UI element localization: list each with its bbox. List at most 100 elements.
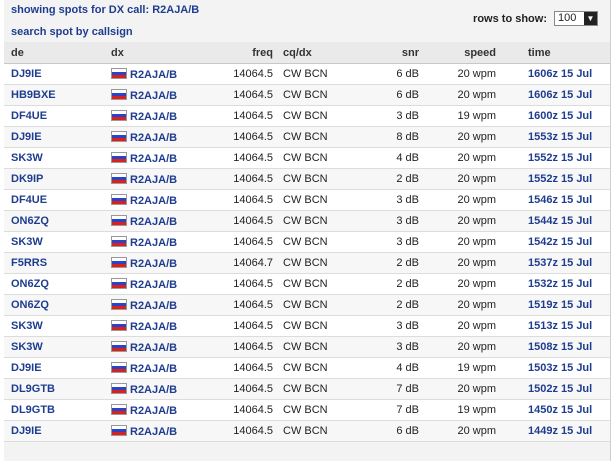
- spot-time-link[interactable]: 1552z 15 Jul: [511, 147, 610, 169]
- frequency: 14064.5: [198, 336, 283, 358]
- spotter-callsign-link[interactable]: DJ9IE: [11, 425, 42, 437]
- russia-flag-icon: [111, 277, 127, 289]
- dx-callsign-link[interactable]: R2AJA/B: [130, 405, 177, 417]
- spotter-callsign-link[interactable]: SK3W: [11, 236, 43, 248]
- spotter-callsign-link[interactable]: DL9GTB: [11, 404, 55, 416]
- speed: 20 wpm: [431, 378, 511, 400]
- table-row: DJ9IE R2AJA/B 14064.5 CW BCN 8 dB 20 wpm 1553z…: [4, 126, 610, 148]
- spot-time-link[interactable]: 1606z 15 Jul: [511, 84, 610, 106]
- snr: 6 dB: [361, 84, 431, 106]
- title-prefix: showing spots for DX call:: [11, 4, 150, 16]
- mode: CW BCN: [283, 189, 361, 211]
- dx-callsign-link[interactable]: R2AJA/B: [130, 90, 177, 102]
- spot-time-link[interactable]: 1450z 15 Jul: [511, 399, 610, 421]
- spot-time-link[interactable]: 1503z 15 Jul: [511, 357, 610, 379]
- dx-callsign-link[interactable]: R2AJA/B: [130, 279, 177, 291]
- table-row: ON6ZQ R2AJA/B 14064.5 CW BCN 2 dB 20 wpm 1519z…: [4, 294, 610, 316]
- col-snr[interactable]: snr: [361, 42, 431, 64]
- spot-time-link[interactable]: 1519z 15 Jul: [511, 294, 610, 316]
- spot-time-link[interactable]: 1542z 15 Jul: [511, 231, 610, 253]
- russia-flag-icon: [111, 88, 127, 100]
- dx-callsign-link[interactable]: R2AJA/B: [130, 237, 177, 249]
- spot-time-link[interactable]: 1600z 15 Jul: [511, 105, 610, 127]
- mode: CW BCN: [283, 126, 361, 148]
- spotter-callsign-link[interactable]: HB9BXE: [11, 89, 56, 101]
- snr: 2 dB: [361, 294, 431, 316]
- spot-time-link[interactable]: 1544z 15 Jul: [511, 210, 610, 232]
- spot-time-link[interactable]: 1532z 15 Jul: [511, 273, 610, 295]
- spotter-callsign-link[interactable]: DJ9IE: [11, 68, 42, 80]
- spotter-callsign-link[interactable]: SK3W: [11, 341, 43, 353]
- spotter-callsign-link[interactable]: DJ9IE: [11, 362, 42, 374]
- spot-time-link[interactable]: 1552z 15 Jul: [511, 168, 610, 190]
- chevron-down-icon[interactable]: ▼: [584, 12, 597, 25]
- dx-callsign-link[interactable]: R2AJA/B: [130, 384, 177, 396]
- dx-callsign-link[interactable]: R2AJA/B: [130, 426, 177, 438]
- dx-callsign-link[interactable]: R2AJA/B: [130, 132, 177, 144]
- spot-time-link[interactable]: 1449z 15 Jul: [511, 420, 610, 442]
- col-de[interactable]: de: [4, 42, 110, 64]
- mode: CW BCN: [283, 63, 361, 85]
- dx-callsign-link[interactable]: R2AJA/B: [130, 216, 177, 228]
- spotter-callsign-link[interactable]: SK3W: [11, 320, 43, 332]
- frequency: 14064.5: [198, 84, 283, 106]
- col-time[interactable]: time: [511, 42, 610, 64]
- spotter-callsign-link[interactable]: SK3W: [11, 152, 43, 164]
- spotter-callsign-link[interactable]: DK9IP: [11, 173, 43, 185]
- russia-flag-icon: [111, 172, 127, 184]
- snr: 3 dB: [361, 336, 431, 358]
- frequency: 14064.5: [198, 189, 283, 211]
- snr: 6 dB: [361, 63, 431, 85]
- search-by-callsign-link[interactable]: search spot by callsign: [11, 26, 133, 38]
- spotter-callsign-link[interactable]: DL9GTB: [11, 383, 55, 395]
- spotter-callsign-link[interactable]: DJ9IE: [11, 131, 42, 143]
- rows-to-show-label: rows to show:: [473, 12, 547, 25]
- spotter-callsign-link[interactable]: DF4UE: [11, 110, 47, 122]
- dx-callsign-link[interactable]: R2AJA/B: [130, 321, 177, 333]
- table-row: SK3W R2AJA/B 14064.5 CW BCN 4 dB 20 wpm 1552z …: [4, 147, 610, 169]
- table-row: DJ9IE R2AJA/B 14064.5 CW BCN 6 dB 20 wpm 1606z…: [4, 63, 610, 85]
- spotter-callsign-link[interactable]: ON6ZQ: [11, 215, 49, 227]
- snr: 3 dB: [361, 231, 431, 253]
- speed: 20 wpm: [431, 84, 511, 106]
- spotter-callsign-link[interactable]: ON6ZQ: [11, 278, 49, 290]
- russia-flag-icon: [111, 361, 127, 373]
- table-row: F5RRS R2AJA/B 14064.7 CW BCN 2 dB 20 wpm 1537z…: [4, 252, 610, 274]
- mode: CW BCN: [283, 378, 361, 400]
- col-cqdx[interactable]: cq/dx: [283, 42, 361, 64]
- col-dx[interactable]: dx: [110, 42, 198, 64]
- snr: 7 dB: [361, 378, 431, 400]
- frequency: 14064.5: [198, 357, 283, 379]
- spot-time-link[interactable]: 1502z 15 Jul: [511, 378, 610, 400]
- speed: 20 wpm: [431, 147, 511, 169]
- spot-time-link[interactable]: 1513z 15 Jul: [511, 315, 610, 337]
- table-row: DJ9IE R2AJA/B 14064.5 CW BCN 6 dB 20 wpm 1449z…: [4, 420, 610, 442]
- dx-callsign-link[interactable]: R2AJA/B: [130, 363, 177, 375]
- dx-callsign-link[interactable]: R2AJA/B: [130, 258, 177, 270]
- dx-callsign-link[interactable]: R2AJA/B: [130, 69, 177, 81]
- spot-time-link[interactable]: 1553z 15 Jul: [511, 126, 610, 148]
- spot-time-link[interactable]: 1508z 15 Jul: [511, 336, 610, 358]
- table-row: DL9GTB R2AJA/B 14064.5 CW BCN 7 dB 20 wpm 1502…: [4, 378, 610, 400]
- snr: 6 dB: [361, 420, 431, 442]
- rows-select[interactable]: 100 ▼: [554, 11, 598, 26]
- dx-callsign-link[interactable]: R2AJA/B: [130, 153, 177, 165]
- dx-callsign-link[interactable]: R2AJA/B: [130, 342, 177, 354]
- frequency: 14064.5: [198, 126, 283, 148]
- col-freq[interactable]: freq: [198, 42, 283, 64]
- dx-callsign-link[interactable]: R2AJA/B: [130, 111, 177, 123]
- panel-header: showing spots for DX call: R2AJA/B searc…: [4, 0, 610, 42]
- spot-time-link[interactable]: 1537z 15 Jul: [511, 252, 610, 274]
- dx-callsign-link[interactable]: R2AJA/B: [130, 195, 177, 207]
- spotter-callsign-link[interactable]: ON6ZQ: [11, 299, 49, 311]
- spot-time-link[interactable]: 1606z 15 Jul: [511, 63, 610, 85]
- frequency: 14064.5: [198, 210, 283, 232]
- spotter-callsign-link[interactable]: F5RRS: [11, 257, 47, 269]
- spotter-callsign-link[interactable]: DF4UE: [11, 194, 47, 206]
- dx-callsign-link[interactable]: R2AJA/B: [130, 300, 177, 312]
- spot-time-link[interactable]: 1546z 15 Jul: [511, 189, 610, 211]
- col-speed[interactable]: speed: [431, 42, 511, 64]
- snr: 3 dB: [361, 315, 431, 337]
- dx-callsign-link[interactable]: R2AJA/B: [130, 174, 177, 186]
- dx-callsign: R2AJA/B: [152, 4, 200, 16]
